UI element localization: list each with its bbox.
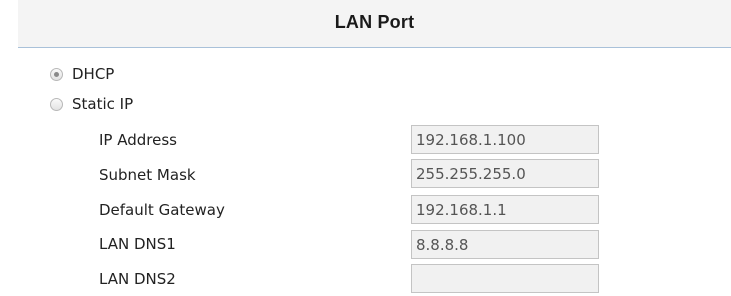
static-ip-label[interactable]: Static IP <box>72 95 133 113</box>
section-title: LAN Port <box>334 12 415 32</box>
lan-dns1-label: LAN DNS1 <box>99 235 176 253</box>
static-ip-option[interactable]: Static IP <box>50 93 133 115</box>
ip-address-label: IP Address <box>99 131 177 149</box>
subnet-mask-input[interactable] <box>411 159 599 188</box>
subnet-mask-label: Subnet Mask <box>99 166 196 184</box>
default-gateway-label: Default Gateway <box>99 201 225 219</box>
lan-dns1-input[interactable] <box>411 230 599 259</box>
dhcp-label[interactable]: DHCP <box>72 65 114 83</box>
lan-dns2-input[interactable] <box>411 264 599 293</box>
lan-dns2-label: LAN DNS2 <box>99 270 176 288</box>
ip-address-input[interactable] <box>411 125 599 154</box>
default-gateway-input[interactable] <box>411 195 599 224</box>
dhcp-radio[interactable] <box>50 67 63 81</box>
section-header: LAN Port <box>18 0 731 48</box>
dhcp-option[interactable]: DHCP <box>50 63 114 85</box>
static-ip-radio[interactable] <box>50 97 63 111</box>
